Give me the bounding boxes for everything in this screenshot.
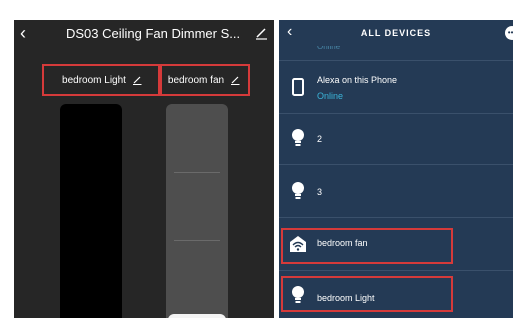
edit-name-icon[interactable] <box>132 75 142 85</box>
edit-name-icon[interactable] <box>230 75 240 85</box>
device-label-fan: bedroom fan <box>167 74 225 86</box>
device-label-light: bedroom Light <box>62 74 126 86</box>
device-name: 3 <box>317 187 323 197</box>
back-icon[interactable]: ‹ <box>20 24 34 42</box>
device-status: Online <box>317 91 344 101</box>
dimmer-screen: ‹ DS03 Ceiling Fan Dimmer S... bedroom L… <box>14 20 274 318</box>
slider-knob[interactable] <box>168 314 226 318</box>
list-item[interactable]: Alexa on this Phone Online <box>279 60 513 113</box>
bulb-icon <box>292 182 304 199</box>
list-item[interactable]: 2 <box>279 113 513 164</box>
list-item[interactable]: 3 <box>279 164 513 217</box>
page-title: DS03 Ceiling Fan Dimmer S... <box>66 26 241 41</box>
edit-icon[interactable] <box>254 26 268 40</box>
bulb-icon <box>292 129 304 146</box>
header: ‹ ALL DEVICES ••• <box>279 20 513 46</box>
device-name-fan[interactable]: bedroom fan <box>158 64 250 96</box>
light-dimmer-slider[interactable] <box>60 104 122 318</box>
speed-tick <box>174 172 220 173</box>
phone-icon <box>292 78 304 96</box>
device-name: 2 <box>317 134 323 144</box>
device-name-light[interactable]: bedroom Light <box>42 64 162 96</box>
alexa-devices-screen: Online ‹ ALL DEVICES ••• Alexa on this P… <box>279 20 513 318</box>
highlight-box <box>281 228 453 264</box>
more-icon[interactable]: ••• <box>505 26 513 40</box>
device-name: Alexa on this Phone <box>317 75 398 85</box>
speed-tick <box>174 240 220 241</box>
highlight-box <box>281 276 453 312</box>
fan-speed-slider[interactable] <box>166 104 228 318</box>
page-title: ALL DEVICES <box>360 28 432 38</box>
